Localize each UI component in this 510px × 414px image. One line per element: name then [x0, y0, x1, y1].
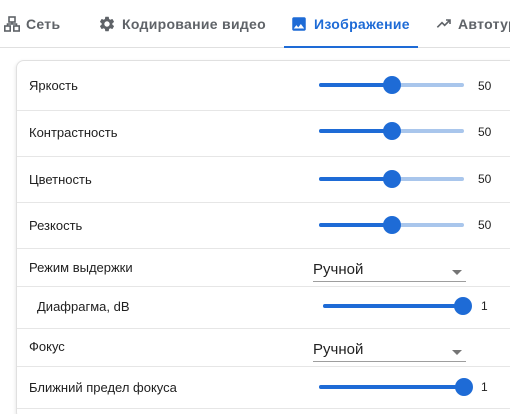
slider-thumb[interactable] [382, 170, 401, 188]
focus-near-limit-value: 1 [481, 380, 488, 394]
tab-bar: Сеть Кодирование видео Изображение Автот… [0, 0, 510, 48]
slider-thumb[interactable] [455, 378, 473, 396]
slider-thumb[interactable] [382, 122, 401, 140]
focus-select-value: Ручной [313, 341, 364, 358]
focus-select[interactable]: Ручной [313, 340, 466, 362]
exposure-mode-row: Режим выдержки Ручной [17, 249, 510, 287]
slider-thumb[interactable] [382, 216, 401, 234]
iris-row: Диафрагма, dB 1 [17, 287, 510, 329]
slider-fill [319, 129, 392, 133]
slider-fill [319, 223, 392, 227]
focus-label: Фокус [29, 339, 65, 354]
iris-value: 1 [481, 299, 488, 313]
focus-row: Фокус Ручной [17, 329, 510, 367]
focus-near-limit-label: Ближний предел фокуса [29, 380, 177, 395]
contrast-row: Контрастность 50 [17, 111, 510, 157]
focus-near-limit-row: Ближний предел фокуса 1 [17, 367, 510, 409]
saturation-label: Цветность [29, 172, 92, 187]
iris-slider[interactable] [323, 296, 472, 316]
exposure-mode-label: Режим выдержки [29, 260, 133, 275]
slider-thumb[interactable] [382, 76, 401, 94]
trend-icon [436, 16, 452, 32]
saturation-slider[interactable] [319, 169, 464, 189]
sharpness-row: Резкость 50 [17, 203, 510, 249]
saturation-value: 50 [478, 172, 492, 186]
exposure-mode-select-value: Ручной [313, 261, 364, 278]
sharpness-slider[interactable] [319, 215, 464, 235]
contrast-value: 50 [478, 125, 492, 139]
tab-video-encoding-label: Кодирование видео [122, 16, 266, 32]
brightness-row: Яркость 50 [17, 61, 510, 111]
contrast-slider[interactable] [319, 121, 464, 141]
brightness-slider[interactable] [319, 75, 464, 95]
gear-icon [98, 15, 116, 33]
sharpness-value: 50 [478, 218, 492, 232]
slider-thumb[interactable] [454, 297, 472, 315]
slider-fill [323, 304, 463, 308]
focus-near-limit-slider[interactable] [319, 377, 473, 397]
chevron-down-icon [452, 270, 462, 275]
slider-fill [319, 385, 464, 389]
image-settings-panel: Яркость 50 Контрастность 50 Цветность 50… [16, 60, 510, 414]
saturation-row: Цветность 50 [17, 157, 510, 203]
exposure-mode-select[interactable]: Ручной [313, 260, 466, 282]
chevron-down-icon [452, 350, 462, 355]
brightness-value: 50 [478, 79, 492, 93]
tab-video-encoding[interactable]: Кодирование видео [98, 0, 266, 48]
iris-label: Диафрагма, dB [37, 299, 130, 314]
tab-image[interactable]: Изображение [284, 0, 418, 48]
tab-network[interactable]: Сеть [4, 0, 60, 48]
tab-network-label: Сеть [26, 16, 61, 32]
tab-image-label: Изображение [314, 16, 410, 32]
image-icon [290, 15, 308, 33]
contrast-label: Контрастность [29, 125, 118, 140]
slider-fill [319, 83, 392, 87]
sharpness-label: Резкость [29, 218, 83, 233]
tab-autotour-label: Автотур [458, 16, 510, 32]
brightness-label: Яркость [29, 78, 78, 93]
slider-fill [319, 177, 392, 181]
network-icon [4, 16, 20, 32]
tab-autotour[interactable]: Автотур [436, 0, 510, 48]
